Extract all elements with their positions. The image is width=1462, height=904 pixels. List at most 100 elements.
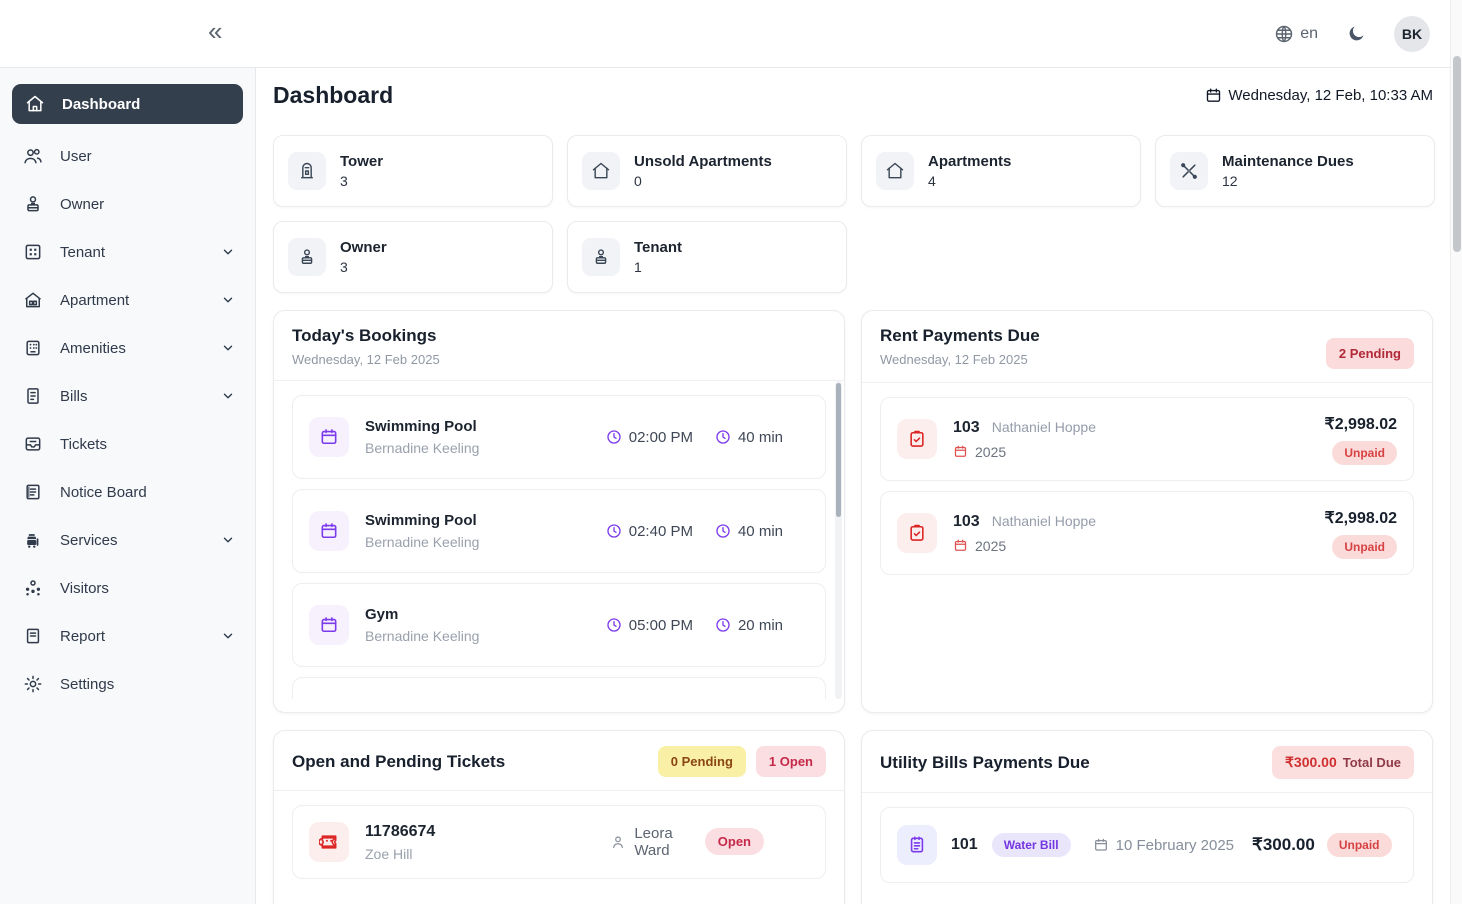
tools-icon: [1170, 152, 1208, 190]
stat-value: 12: [1222, 173, 1354, 189]
stat-card-owner[interactable]: Owner 3: [273, 221, 553, 293]
stat-label: Tenant: [634, 239, 682, 256]
services-icon: [22, 530, 44, 550]
sidebar-item-label: Services: [60, 532, 118, 549]
unpaid-badge: Unpaid: [1332, 441, 1397, 465]
bookings-title: Today's Bookings: [292, 326, 440, 346]
stat-card-tower[interactable]: Tower3: [273, 135, 553, 207]
rent-title: Rent Payments Due: [880, 326, 1040, 346]
sidebar-item-tenant[interactable]: Tenant: [0, 228, 255, 276]
sidebar-item-owner[interactable]: Owner: [0, 180, 255, 228]
stat-value: 3: [340, 259, 387, 275]
sidebar-item-bills[interactable]: Bills: [0, 372, 255, 420]
calendar-icon: [953, 444, 968, 459]
clock-icon: [606, 429, 622, 445]
stat-label: Tower: [340, 153, 383, 170]
ticket-assignee: Leora Ward: [634, 825, 704, 859]
dark-mode-toggle[interactable]: [1346, 24, 1366, 44]
booking-list-item[interactable]: Gym Bernadine Keeling 05:00 PM 20 min: [292, 583, 826, 667]
booking-list-item[interactable]: Swimming Pool Bernadine Keeling 02:40 PM…: [292, 489, 826, 573]
tickets-open-badge: 1 Open: [756, 746, 826, 777]
sidebar-item-apartment[interactable]: Apartment: [0, 276, 255, 324]
language-selector[interactable]: en: [1274, 24, 1318, 44]
page-title: Dashboard: [273, 82, 393, 109]
chevron-down-icon: [221, 293, 235, 307]
sidebar-item-notice-board[interactable]: Notice Board: [0, 468, 255, 516]
sidebar-item-dashboard[interactable]: Dashboard: [12, 84, 243, 124]
bookings-scrollbar-thumb[interactable]: [836, 383, 841, 517]
booking-time: 05:00 PM: [629, 617, 693, 634]
calendar-icon: [1093, 837, 1109, 853]
rent-tenant: Nathaniel Hoppe: [992, 419, 1096, 435]
sidebar-item-label: Visitors: [60, 580, 109, 597]
owner-icon: [288, 238, 326, 276]
utility-total-due-badge: ₹300.00Total Due: [1272, 746, 1414, 779]
sidebar-collapse-icon[interactable]: «: [208, 18, 220, 44]
report-icon: [22, 626, 44, 646]
ticket-icon: [309, 822, 349, 862]
stat-value: 0: [634, 173, 772, 189]
home-icon: [24, 94, 46, 114]
stat-label: Apartments: [928, 153, 1011, 170]
sidebar-item-label: Tickets: [60, 436, 107, 453]
sidebar-item-report[interactable]: Report: [0, 612, 255, 660]
sidebar-item-label: Tenant: [60, 244, 105, 261]
sidebar-item-label: Apartment: [60, 292, 129, 309]
rent-list-item[interactable]: 103 Nathaniel Hoppe 2025 ₹2,998.02 Unpai…: [880, 397, 1414, 481]
bookings-scrollbar[interactable]: [835, 381, 842, 699]
chevron-down-icon: [221, 629, 235, 643]
booking-list-item[interactable]: Swimming Pool Bernadine Keeling 02:00 PM…: [292, 395, 826, 479]
booking-name: Gym: [365, 606, 479, 623]
sidebar-item-user[interactable]: User: [0, 132, 255, 180]
sidebar-item-label: Settings: [60, 676, 114, 693]
sidebar-item-tickets[interactable]: Tickets: [0, 420, 255, 468]
stat-label: Owner: [340, 239, 387, 256]
clock-icon: [715, 429, 731, 445]
sidebar-item-label: Report: [60, 628, 105, 645]
sidebar-item-label: Dashboard: [62, 96, 140, 113]
ticket-requester: Zoe Hill: [365, 846, 435, 862]
sidebar-item-services[interactable]: Services: [0, 516, 255, 564]
stat-card-apartments[interactable]: Apartments 4: [861, 135, 1141, 207]
tickets-title: Open and Pending Tickets: [292, 752, 505, 772]
globe-icon: [1274, 24, 1294, 44]
clock-icon: [715, 617, 731, 633]
rent-list-item[interactable]: 103 Nathaniel Hoppe 2025 ₹2,998.02 Unpai…: [880, 491, 1414, 575]
rent-pending-badge: 2 Pending: [1326, 338, 1414, 369]
users-icon: [22, 146, 44, 166]
stat-card-tenant[interactable]: Tenant1: [567, 221, 847, 293]
stat-value: 4: [928, 173, 1011, 189]
sidebar-item-settings[interactable]: Settings: [0, 660, 255, 708]
page-scrollbar-thumb[interactable]: [1453, 56, 1461, 252]
chevron-down-icon: [221, 341, 235, 355]
rent-unit: 103: [953, 513, 980, 531]
ticket-list-item[interactable]: 11786674 Zoe Hill Leora Ward Open: [292, 805, 826, 879]
tenant-grid-icon: [22, 242, 44, 262]
utility-list-item[interactable]: 101 Water Bill 10 February 2025 ₹300.00 …: [880, 807, 1414, 883]
avatar[interactable]: BK: [1394, 16, 1430, 52]
header-datetime: Wednesday, 12 Feb, 10:33 AM: [1205, 87, 1433, 104]
utility-card: Utility Bills Payments Due ₹300.00Total …: [861, 730, 1433, 904]
tenant-icon: [582, 238, 620, 276]
booking-person: Bernadine Keeling: [365, 534, 479, 550]
sidebar-item-label: Notice Board: [60, 484, 147, 501]
sidebar-item-visitors[interactable]: Visitors: [0, 564, 255, 612]
stat-card-unsold-apartments[interactable]: Unsold Apartments0: [567, 135, 847, 207]
clipboard-check-icon: [897, 513, 937, 553]
stat-label: Maintenance Dues: [1222, 153, 1354, 170]
sidebar-item-label: User: [60, 148, 92, 165]
chevron-down-icon: [221, 245, 235, 259]
page-scrollbar[interactable]: [1450, 0, 1462, 904]
rent-year: 2025: [975, 538, 1006, 554]
ticket-id: 11786674: [365, 823, 435, 841]
rent-card: Rent Payments Due Wednesday, 12 Feb 2025…: [861, 310, 1433, 713]
stat-card-maintenance-dues[interactable]: Maintenance Dues 12: [1155, 135, 1435, 207]
sidebar: Dashboard User Owner Tenant Apartment Am…: [0, 68, 256, 904]
booking-list-item-partial[interactable]: [292, 677, 826, 699]
unpaid-badge: Unpaid: [1332, 535, 1397, 559]
rent-tenant: Nathaniel Hoppe: [992, 513, 1096, 529]
main-content: Dashboard Wednesday, 12 Feb, 10:33 AM To…: [256, 68, 1450, 904]
clipboard-check-icon: [897, 419, 937, 459]
booking-calendar-icon: [309, 605, 349, 645]
sidebar-item-amenities[interactable]: Amenities: [0, 324, 255, 372]
